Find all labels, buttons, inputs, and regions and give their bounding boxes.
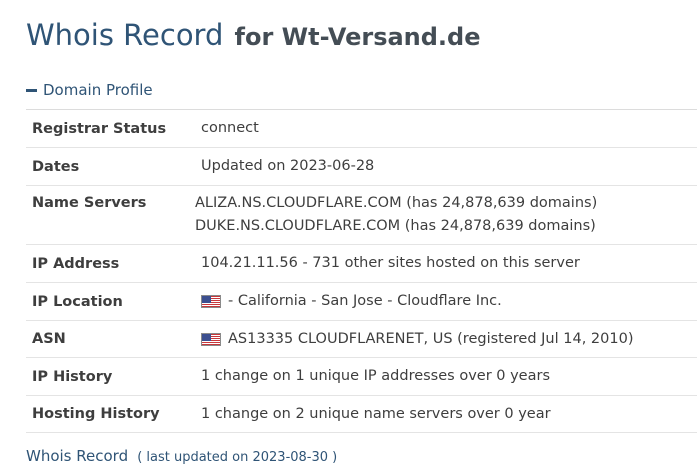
us-flag-icon: [201, 295, 221, 308]
ip-address-row: IP Address 104.21.11.56 - 731 other site…: [26, 245, 697, 283]
name-servers-row: Name Servers ALIZA.NS.CLOUDFLARE.COM (ha…: [26, 186, 697, 245]
name-servers-label: Name Servers: [32, 195, 147, 211]
ip-location-label: IP Location: [32, 293, 123, 310]
hosting-history-row: Hosting History 1 change on 2 unique nam…: [26, 396, 697, 433]
asn-label: ASN: [32, 331, 66, 347]
whois-record-link[interactable]: Whois Record: [26, 447, 128, 465]
ip-history-label: IP History: [32, 368, 113, 385]
registrar-status-value: connect: [201, 120, 259, 136]
name-server-1: ALIZA.NS.CLOUDFLARE.COM (has 24,878,639 …: [195, 195, 598, 211]
dates-row: Dates Updated on 2023-06-28: [26, 148, 697, 186]
page-title-main: Whois Record: [26, 18, 224, 52]
dates-label: Dates: [32, 158, 80, 175]
ip-history-row: IP History 1 change on 1 unique IP addre…: [26, 358, 697, 396]
last-updated-note: ( last updated on 2023-08-30 ): [137, 450, 338, 465]
asn-value: AS13335 CLOUDFLARENET, US (registered Ju…: [228, 330, 634, 347]
ip-address-label: IP Address: [32, 255, 120, 272]
domain-profile-toggle[interactable]: Domain Profile: [26, 81, 153, 99]
page-title-domain: for Wt-Versand.de: [234, 23, 481, 51]
ip-history-value: 1 change on 1 unique IP addresses over 0…: [201, 368, 551, 384]
ip-location-value: - California - San Jose - Cloudflare Inc…: [228, 293, 502, 309]
page-title: Whois Record for Wt-Versand.de: [26, 18, 481, 50]
domain-profile-label: Domain Profile: [43, 81, 153, 99]
name-server-2: DUKE.NS.CLOUDFLARE.COM (has 24,878,639 d…: [195, 218, 596, 234]
dates-value: Updated on 2023-06-28: [201, 158, 375, 174]
asn-row: ASN AS13335 CLOUDFLARENET, US (registere…: [26, 321, 697, 358]
ip-address-value: 104.21.11.56 - 731 other sites hosted on…: [201, 255, 580, 271]
registrar-status-row: Registrar Status connect: [26, 110, 697, 148]
ip-location-row: IP Location - California - San Jose - Cl…: [26, 283, 697, 321]
minus-icon: [26, 88, 37, 92]
hosting-history-label: Hosting History: [32, 406, 160, 422]
whois-record-footer: Whois Record ( last updated on 2023-08-3…: [26, 447, 338, 465]
hosting-history-value: 1 change on 2 unique name servers over 0…: [201, 405, 551, 422]
registrar-status-label: Registrar Status: [32, 120, 167, 137]
domain-profile-table: Registrar Status connect Dates Updated o…: [26, 109, 697, 433]
us-flag-icon: [201, 332, 221, 346]
